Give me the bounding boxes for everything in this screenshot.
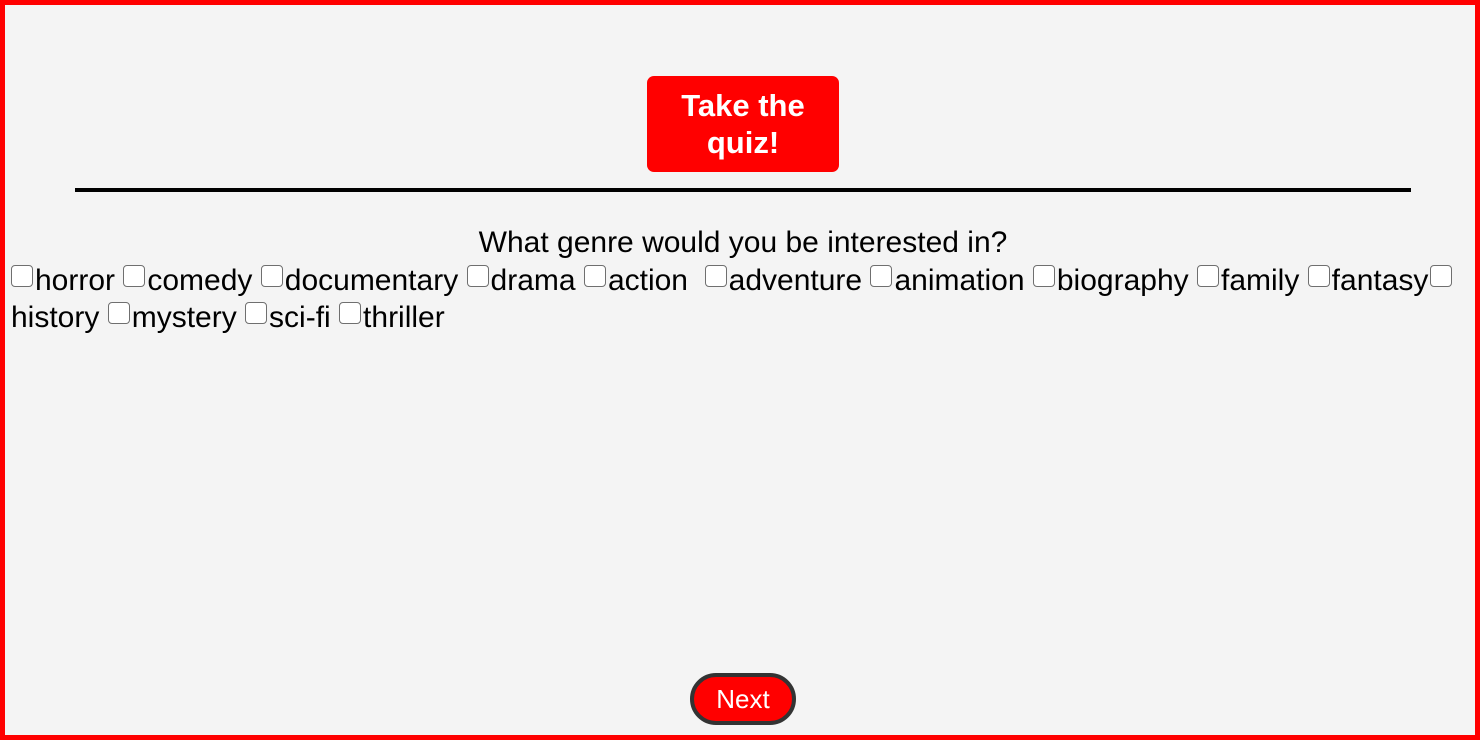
genre-checkbox[interactable] [1032,265,1055,287]
genre-option-family[interactable]: family [1196,264,1300,297]
genre-label: mystery [131,301,237,334]
genre-checkbox[interactable] [11,265,33,287]
quiz-frame: Take the quiz! What genre would you be i… [0,0,1480,740]
genre-option-biography[interactable]: biography [1032,264,1189,297]
genre-checkbox[interactable] [245,302,268,324]
genre-option-fantasy[interactable]: fantasy [1307,264,1429,297]
genre-checkbox[interactable] [704,265,727,287]
divider [75,188,1411,192]
genre-label: biography [1056,264,1189,297]
genre-label: history [11,301,100,334]
genre-checkbox[interactable] [339,302,362,324]
genre-option-horror[interactable]: horror [11,264,115,297]
genre-option-drama[interactable]: drama [466,264,576,297]
genre-label: documentary [284,264,459,297]
genre-label: sci-fi [269,301,331,334]
genre-label: action [607,264,697,297]
genre-checkbox[interactable] [583,265,606,287]
genre-option-thriller[interactable]: thriller [339,301,445,334]
take-the-quiz-heading: Take the quiz! [647,76,839,172]
genre-option-documentary[interactable]: documentary [260,264,459,297]
genre-question: What genre would you be interested in? [478,226,1008,259]
genre-option-animation[interactable]: animation [870,264,1025,297]
genre-option-adventure[interactable]: adventure [704,264,863,297]
genre-checkbox[interactable] [107,302,130,324]
genre-option-sci-fi[interactable]: sci-fi [245,301,331,334]
genre-label: fantasy [1331,264,1429,297]
genre-label: horror [35,264,116,297]
genre-checkbox[interactable] [1307,265,1330,287]
genre-option-comedy[interactable]: comedy [123,264,252,297]
next-button[interactable]: Next [690,673,796,725]
genre-label: thriller [363,301,445,334]
genre-checkbox[interactable] [1430,265,1453,287]
genre-label: adventure [728,264,863,297]
genre-checkbox[interactable] [870,265,893,287]
genre-checkbox-list: horror comedy documentary drama action a… [11,262,1477,336]
genre-option-mystery[interactable]: mystery [107,301,237,334]
genre-label: family [1220,264,1300,297]
genre-label: comedy [147,264,253,297]
genre-checkbox[interactable] [1196,265,1219,287]
genre-label: animation [894,264,1025,297]
genre-checkbox[interactable] [466,265,489,287]
genre-option-history[interactable]: history [11,301,99,334]
genre-option-action[interactable]: action [583,264,697,297]
genre-checkbox[interactable] [123,265,146,287]
genre-label: drama [490,264,576,297]
genre-checkbox[interactable] [260,265,283,287]
